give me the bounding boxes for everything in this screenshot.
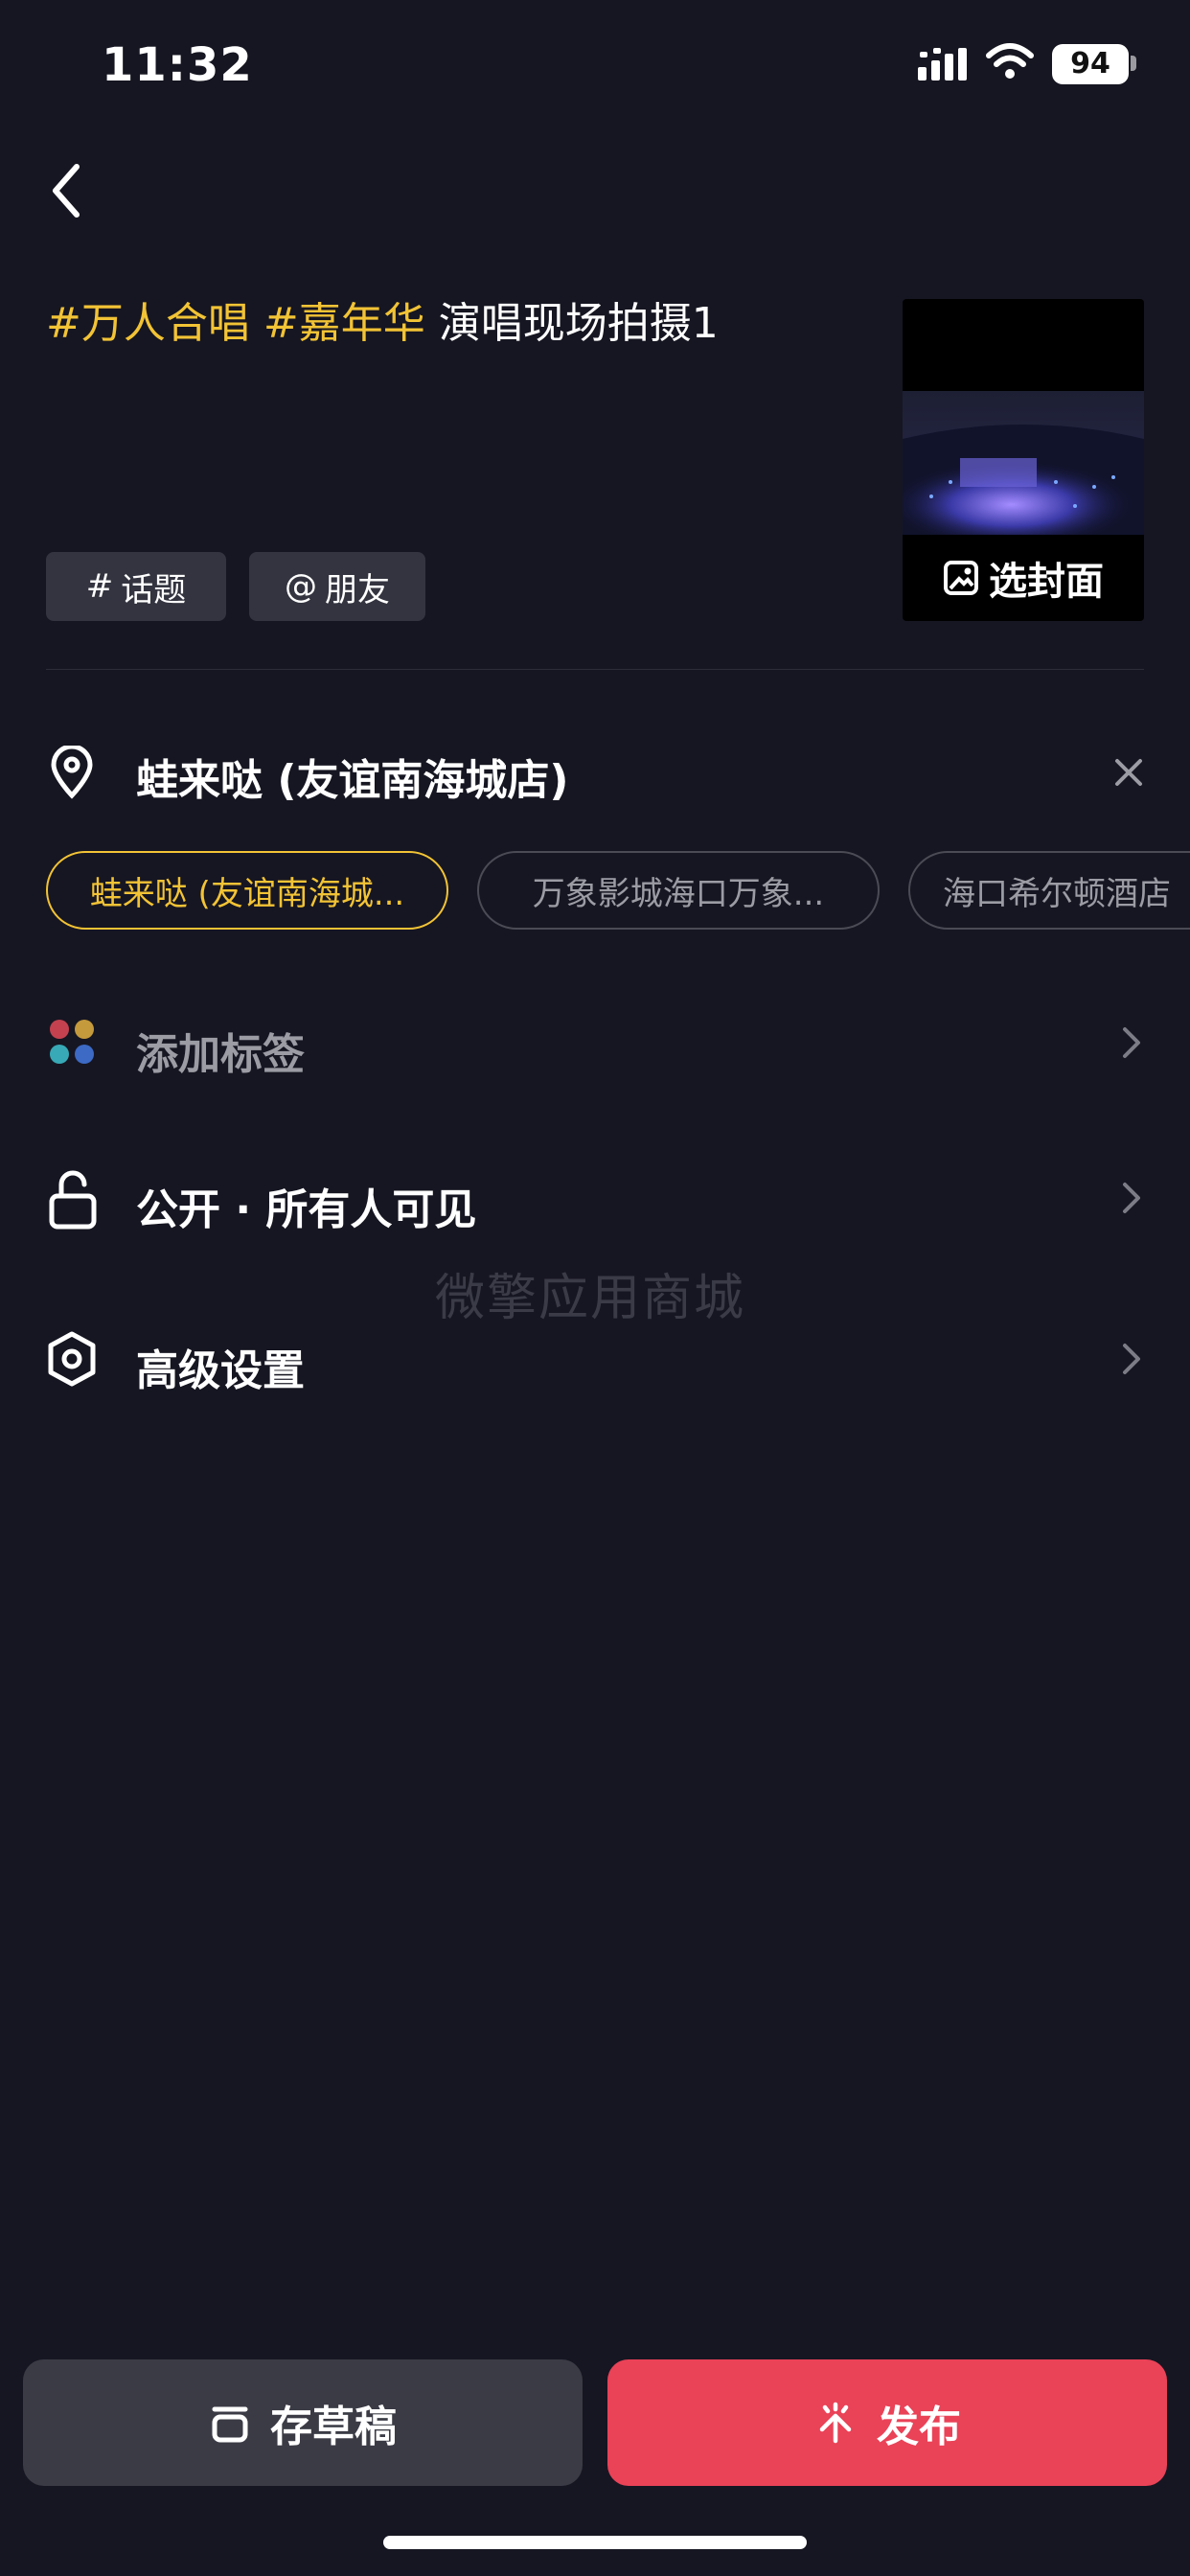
at-icon: @: [285, 567, 317, 606]
hashtag[interactable]: #万人合唱: [46, 299, 250, 348]
battery-tip: [1131, 56, 1136, 71]
location-suggestion[interactable]: 海口希尔顿酒店: [908, 851, 1190, 930]
privacy-setting[interactable]: 公开 · 所有人可见: [136, 1175, 476, 1236]
wifi-icon: [986, 43, 1034, 79]
cover-image-icon: [944, 561, 978, 595]
save-draft-button[interactable]: 存草稿: [23, 2359, 583, 2486]
hashtag[interactable]: #嘉年华: [263, 299, 425, 348]
chevron-right-icon: [1123, 1027, 1140, 1058]
mention-friend-button[interactable]: @ 朋友: [249, 552, 425, 621]
close-icon[interactable]: [1111, 755, 1146, 790]
publish-label: 发布: [877, 2403, 961, 2451]
back-icon[interactable]: [44, 157, 92, 224]
advanced-settings[interactable]: 高级设置: [136, 1336, 305, 1397]
caption-body: 演唱现场拍摄1: [438, 299, 719, 348]
chevron-right-icon: [1123, 1183, 1140, 1213]
home-indicator: [383, 2536, 807, 2549]
choose-cover-label: 选封面: [903, 535, 1144, 621]
add-tag-row[interactable]: 添加标签: [136, 1020, 305, 1081]
cover-selector[interactable]: 选封面: [903, 299, 1144, 621]
divider: [46, 669, 1144, 670]
tag-dots-icon: [50, 1020, 94, 1064]
battery-indicator: 94: [1052, 44, 1129, 84]
location-suggestion[interactable]: 蛙来哒 (友谊南海城...: [46, 851, 448, 930]
signal-icon: [918, 48, 967, 80]
draft-icon: [212, 2406, 248, 2443]
save-draft-label: 存草稿: [270, 2403, 397, 2451]
location-pin-icon: [51, 746, 93, 799]
publish-icon: [819, 2402, 852, 2444]
topic-label: 话题: [121, 570, 187, 610]
location-name[interactable]: 蛙来哒 (友谊南海城店): [136, 746, 569, 807]
cover-label-text: 选封面: [989, 560, 1104, 604]
location-suggestion[interactable]: 万象影城海口万象...: [477, 851, 880, 930]
status-time: 11:32: [102, 38, 253, 92]
gear-icon: [48, 1331, 96, 1387]
unlock-icon: [49, 1170, 97, 1230]
watermark: 微擎应用商城: [435, 1270, 746, 1327]
add-topic-button[interactable]: # 话题: [46, 552, 226, 621]
chevron-right-icon: [1123, 1344, 1140, 1374]
friend-label: 朋友: [325, 570, 390, 610]
caption-text[interactable]: #万人合唱 #嘉年华 演唱现场拍摄1: [46, 295, 870, 353]
publish-button[interactable]: 发布: [607, 2359, 1167, 2486]
hash-icon: #: [85, 567, 114, 606]
cover-thumbnail: [903, 391, 1144, 535]
